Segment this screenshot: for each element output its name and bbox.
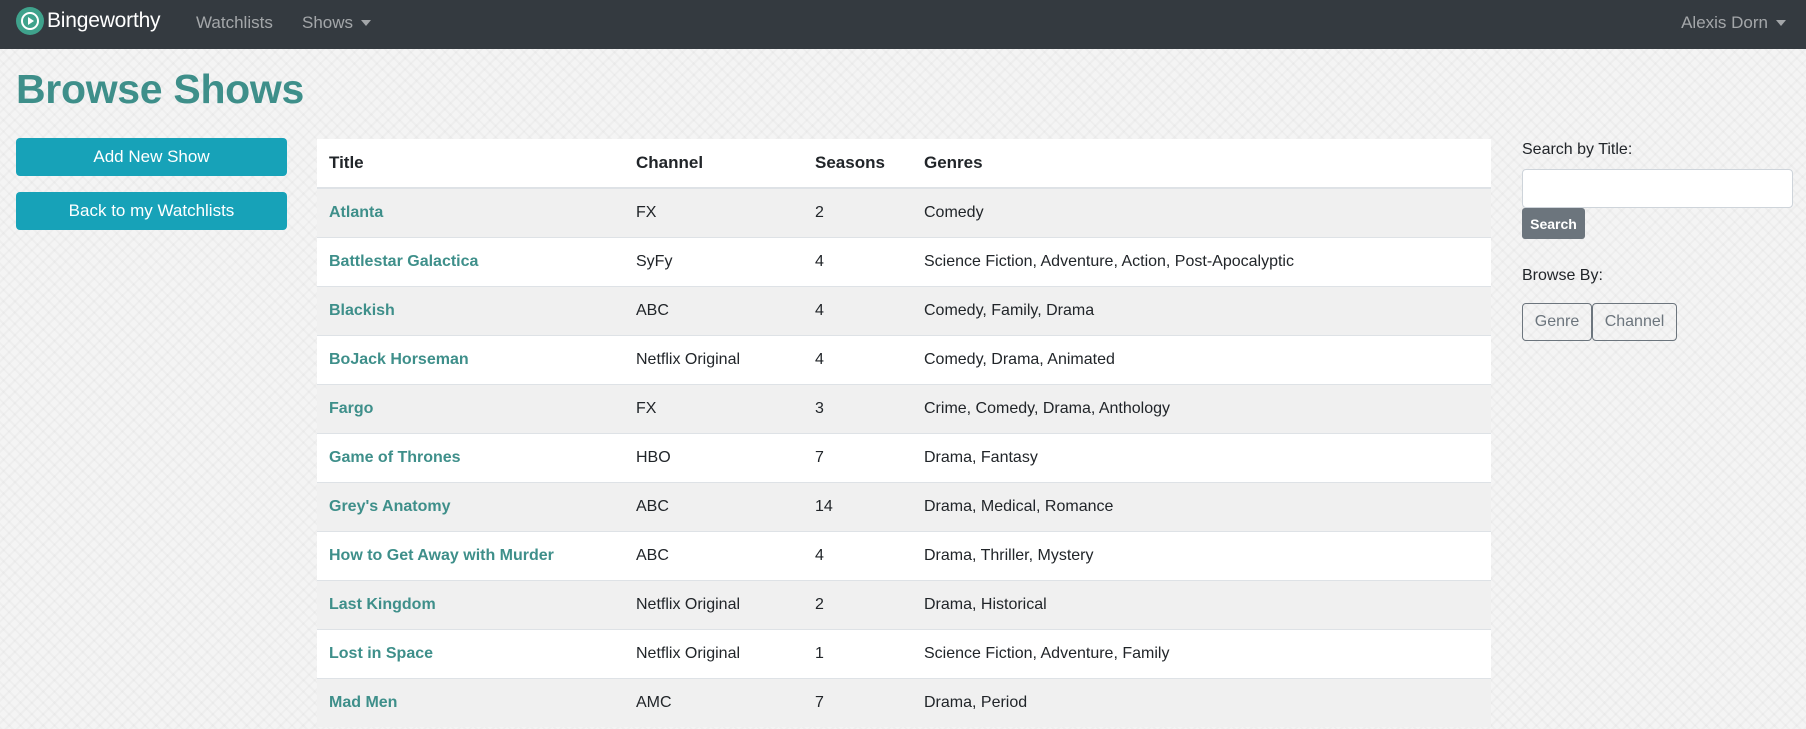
show-genres: Drama, Period — [924, 693, 1028, 711]
table-row: Last Kingdom Netflix Original 2 Drama, H… — [317, 580, 1491, 629]
column-header-seasons: Seasons — [803, 139, 912, 189]
table-row: Battlestar Galactica SyFy 4 Science Fict… — [317, 237, 1491, 286]
add-new-show-button[interactable]: Add New Show — [16, 138, 287, 176]
search-by-title-label: Search by Title: — [1522, 141, 1633, 158]
user-name: Alexis Dorn — [1681, 13, 1768, 32]
show-channel: ABC — [636, 497, 669, 515]
show-genres: Drama, Fantasy — [924, 448, 1038, 466]
search-title-input[interactable] — [1522, 169, 1793, 208]
show-title-link[interactable]: Grey's Anatomy — [317, 482, 624, 531]
table-row: BoJack Horseman Netflix Original 4 Comed… — [317, 335, 1491, 384]
show-seasons: 4 — [815, 546, 824, 564]
show-genres: Crime, Comedy, Drama, Anthology — [924, 399, 1171, 417]
show-title-link[interactable]: Last Kingdom — [317, 580, 624, 629]
column-header-title: Title — [317, 139, 624, 189]
browse-genre-button[interactable]: Genre — [1522, 303, 1592, 341]
shows-table: Title Channel Seasons Genres Atlanta FX … — [317, 139, 1491, 727]
nav-watchlists-link[interactable]: Watchlists — [196, 13, 273, 33]
show-genres: Drama, Thriller, Mystery — [924, 546, 1094, 564]
show-title-link[interactable]: Lost in Space — [317, 629, 624, 678]
caret-down-icon — [1776, 20, 1786, 26]
play-circle-icon — [16, 7, 44, 35]
table-row: Blackish ABC 4 Comedy, Family, Drama — [317, 286, 1491, 335]
page-title: Browse Shows — [16, 66, 305, 112]
show-channel: AMC — [636, 693, 672, 711]
show-title-link[interactable]: Game of Thrones — [317, 433, 624, 482]
show-genres: Science Fiction, Adventure, Family — [924, 644, 1170, 662]
show-title-link[interactable]: Fargo — [317, 384, 624, 433]
show-title-link[interactable]: Battlestar Galactica — [317, 237, 624, 286]
caret-down-icon — [361, 20, 372, 26]
show-genres: Science Fiction, Adventure, Action, Post… — [924, 252, 1294, 270]
user-menu-dropdown[interactable]: Alexis Dorn — [1681, 13, 1786, 33]
table-row: Grey's Anatomy ABC 14 Drama, Medical, Ro… — [317, 482, 1491, 531]
browse-by-label: Browse By: — [1522, 267, 1603, 284]
table-row: Mad Men AMC 7 Drama, Period — [317, 678, 1491, 727]
table-row: Lost in Space Netflix Original 1 Science… — [317, 629, 1491, 678]
show-title-link[interactable]: BoJack Horseman — [317, 335, 624, 384]
show-seasons: 4 — [815, 252, 824, 270]
show-seasons: 1 — [815, 644, 824, 662]
show-title-link[interactable]: Mad Men — [317, 678, 624, 727]
shows-table-container: Title Channel Seasons Genres Atlanta FX … — [317, 139, 1491, 727]
show-seasons: 7 — [815, 693, 824, 711]
show-genres: Drama, Historical — [924, 595, 1047, 613]
show-seasons: 2 — [815, 595, 824, 613]
brand-link[interactable]: Bingeworthy — [16, 7, 161, 35]
column-header-genres: Genres — [912, 139, 1491, 189]
show-channel: ABC — [636, 301, 669, 319]
show-seasons: 3 — [815, 399, 824, 417]
search-button[interactable]: Search — [1522, 208, 1585, 239]
show-genres: Comedy — [924, 203, 984, 221]
show-channel: Netflix Original — [636, 595, 741, 613]
back-to-watchlists-button[interactable]: Back to my Watchlists — [16, 192, 287, 230]
table-row: How to Get Away with Murder ABC 4 Drama,… — [317, 531, 1491, 580]
show-channel: Netflix Original — [636, 644, 741, 662]
show-channel: ABC — [636, 546, 669, 564]
show-seasons: 14 — [815, 497, 833, 515]
nav-shows-dropdown[interactable]: Shows — [302, 13, 372, 33]
column-header-channel: Channel — [624, 139, 803, 189]
show-genres: Comedy, Family, Drama — [924, 301, 1095, 319]
nav-shows-label: Shows — [302, 13, 354, 32]
show-title-link[interactable]: Atlanta — [317, 188, 624, 237]
table-row: Fargo FX 3 Crime, Comedy, Drama, Antholo… — [317, 384, 1491, 433]
table-row: Game of Thrones HBO 7 Drama, Fantasy — [317, 433, 1491, 482]
show-channel: SyFy — [636, 252, 673, 270]
show-seasons: 4 — [815, 301, 824, 319]
show-channel: Netflix Original — [636, 350, 741, 368]
show-seasons: 2 — [815, 203, 824, 221]
show-seasons: 4 — [815, 350, 824, 368]
show-genres: Comedy, Drama, Animated — [924, 350, 1115, 368]
brand-name: Bingeworthy — [47, 9, 161, 32]
table-row: Atlanta FX 2 Comedy — [317, 188, 1491, 237]
top-navbar: Bingeworthy Watchlists Shows Alexis Dorn — [0, 0, 1806, 49]
show-title-link[interactable]: How to Get Away with Murder — [317, 531, 624, 580]
show-seasons: 7 — [815, 448, 824, 466]
show-genres: Drama, Medical, Romance — [924, 497, 1114, 515]
show-channel: HBO — [636, 448, 671, 466]
show-title-link[interactable]: Blackish — [317, 286, 624, 335]
show-channel: FX — [636, 203, 657, 221]
show-channel: FX — [636, 399, 657, 417]
table-header-row: Title Channel Seasons Genres — [317, 139, 1491, 189]
browse-channel-button[interactable]: Channel — [1592, 303, 1677, 341]
